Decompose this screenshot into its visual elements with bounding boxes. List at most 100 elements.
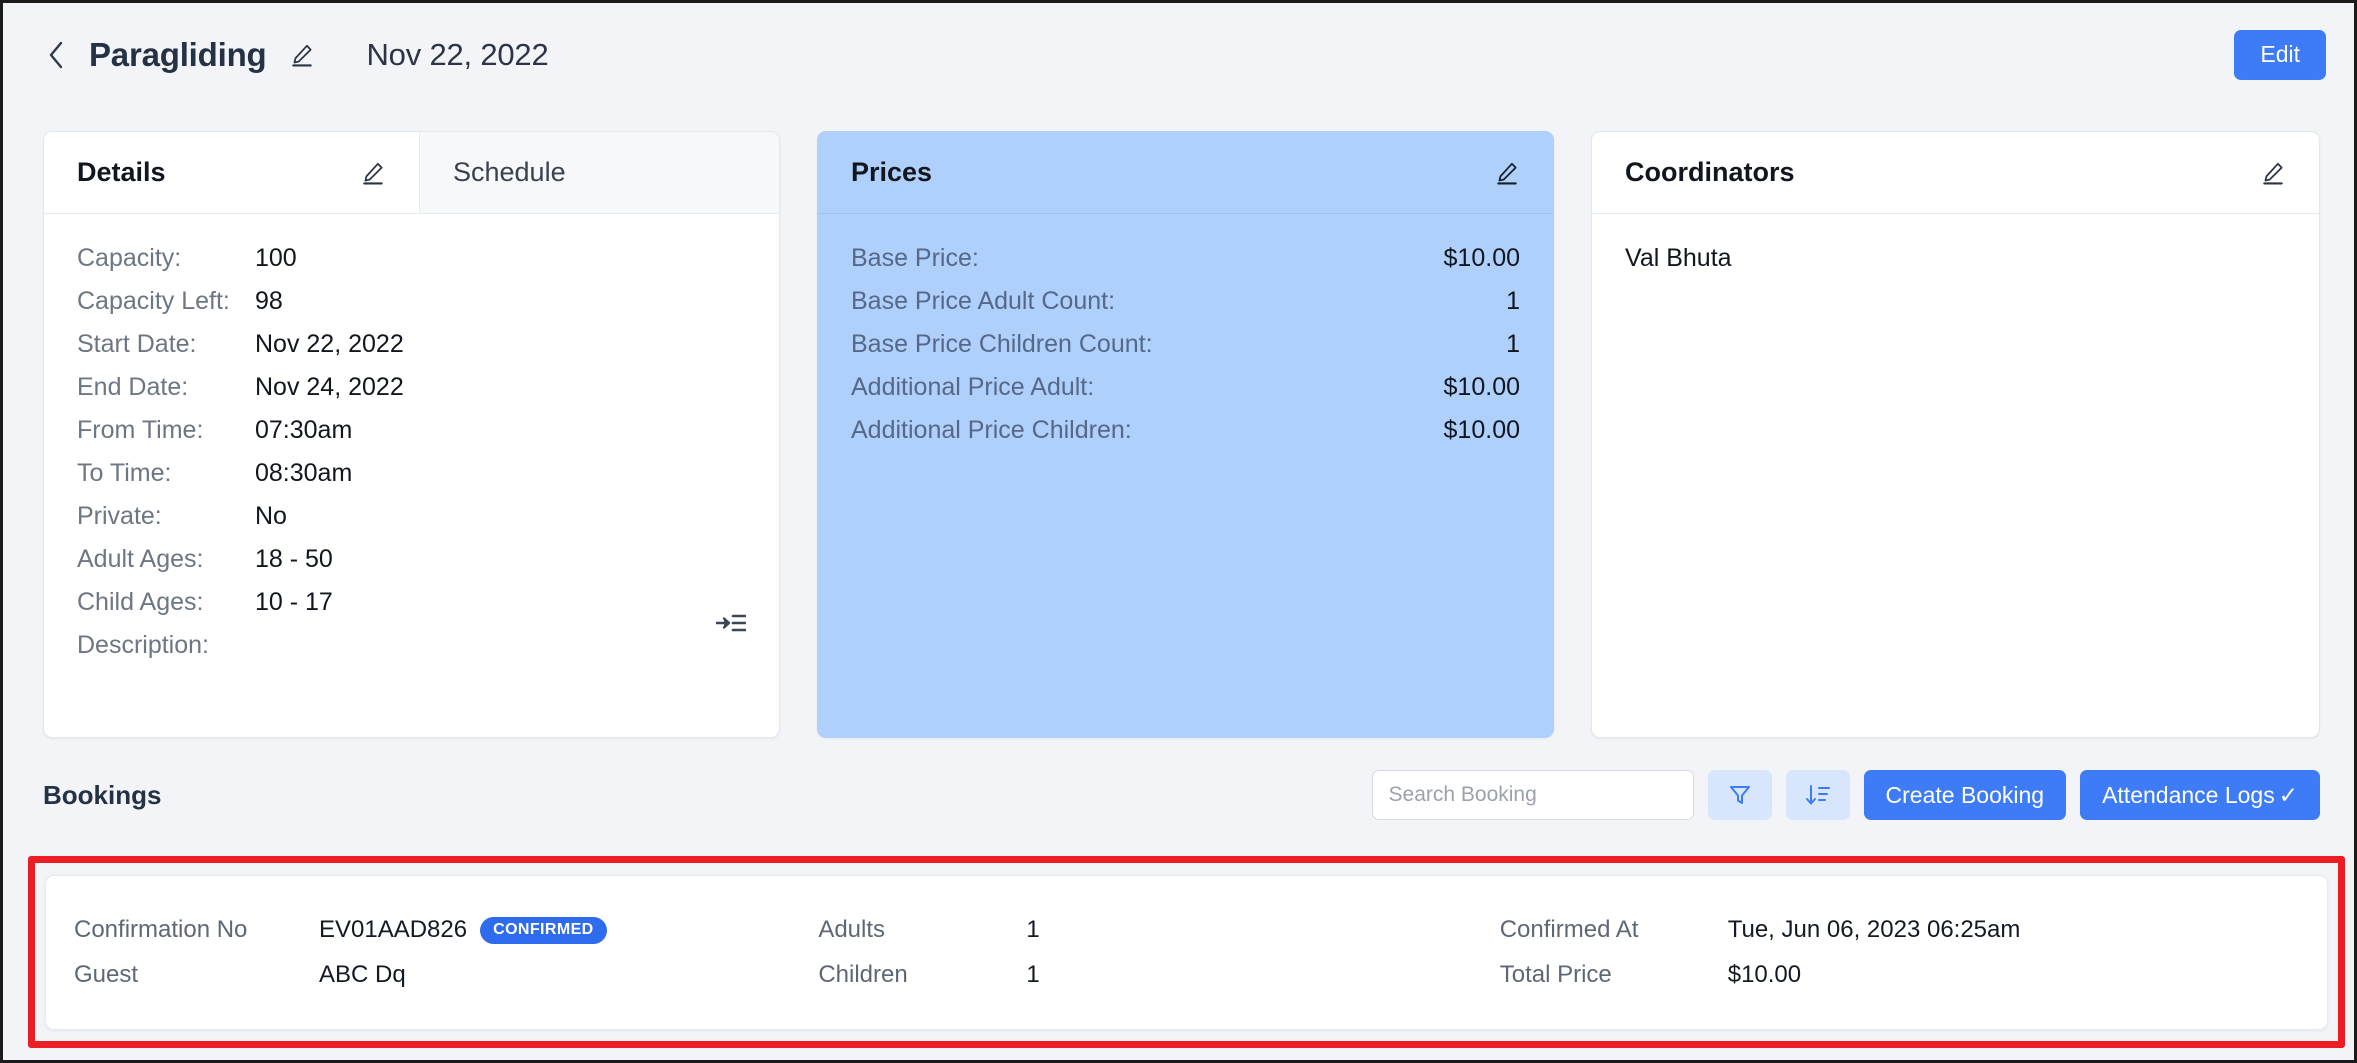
price-label: Additional Price Adult: (851, 373, 1444, 402)
coordinators-body: Val Bhuta (1592, 214, 2319, 737)
price-row-base-children-count: Base Price Children Count:1 (851, 330, 1520, 373)
detail-value: 10 - 17 (255, 588, 333, 617)
pencil-icon[interactable] (2260, 160, 2286, 186)
detail-label: Capacity: (77, 244, 255, 273)
price-value: $10.00 (1444, 244, 1520, 273)
detail-row-description: Description: (77, 631, 746, 674)
detail-row-start-date: Start Date:Nov 22, 2022 (77, 330, 746, 373)
price-row-base-price: Base Price:$10.00 (851, 244, 1520, 287)
pencil-icon[interactable] (289, 42, 315, 68)
price-label: Additional Price Children: (851, 416, 1444, 445)
price-value: 1 (1506, 330, 1520, 359)
detail-label: To Time: (77, 459, 255, 488)
price-label: Base Price: (851, 244, 1444, 273)
filter-funnel-icon[interactable] (1708, 770, 1772, 820)
booking-field-children: Children 1 (818, 959, 1499, 992)
booking-label: Total Price (1500, 961, 1728, 989)
tab-schedule[interactable]: Schedule (419, 132, 779, 214)
prices-body: Base Price:$10.00 Base Price Adult Count… (818, 214, 1553, 737)
booking-field-guest: Guest ABC Dq (74, 959, 818, 992)
detail-row-capacity: Capacity:100 (77, 244, 746, 287)
detail-label: End Date: (77, 373, 255, 402)
detail-label: Capacity Left: (77, 287, 255, 316)
edit-button[interactable]: Edit (2234, 30, 2326, 79)
detail-value: No (255, 502, 287, 531)
booking-field-adults: Adults 1 (818, 914, 1499, 947)
detail-label: Private: (77, 502, 255, 531)
detail-row-private: Private:No (77, 502, 746, 545)
detail-row-adult-ages: Adult Ages:18 - 50 (77, 545, 746, 588)
detail-row-to-time: To Time:08:30am (77, 459, 746, 502)
booking-col-party: Adults 1 Children 1 (818, 914, 1499, 992)
bookings-toolbar: Bookings Create Booking Attendance Logs … (43, 763, 2320, 827)
price-row-additional-children: Additional Price Children:$10.00 (851, 416, 1520, 459)
attendance-logs-label: Attendance Logs (2102, 782, 2275, 809)
booking-col-identity: Confirmation No EV01AAD826 CONFIRMED Gue… (74, 914, 818, 992)
booking-field-confirmed-at: Confirmed At Tue, Jun 06, 2023 06:25am (1500, 914, 2299, 947)
search-booking-input[interactable] (1372, 770, 1694, 820)
sort-descending-icon[interactable] (1786, 770, 1850, 820)
booking-value: ABC Dq (319, 961, 406, 989)
indent-increase-icon[interactable] (716, 612, 746, 634)
page-header: Paragliding Nov 22, 2022 Edit (3, 3, 2354, 107)
booking-field-confirmation-no: Confirmation No EV01AAD826 CONFIRMED (74, 914, 818, 947)
prices-card-title: Prices (851, 157, 932, 188)
price-value: $10.00 (1444, 373, 1520, 402)
booking-value: Tue, Jun 06, 2023 06:25am (1728, 916, 2021, 944)
cards-row: Details Schedule Capacity:100 Capacity L… (43, 131, 2320, 738)
attendance-logs-button[interactable]: Attendance Logs ✓ (2080, 770, 2320, 820)
detail-label: From Time: (77, 416, 255, 445)
detail-label: Description: (77, 631, 255, 660)
check-icon: ✓ (2279, 782, 2298, 809)
booking-col-summary: Confirmed At Tue, Jun 06, 2023 06:25am T… (1500, 914, 2299, 992)
detail-label: Adult Ages: (77, 545, 255, 574)
detail-label: Child Ages: (77, 588, 255, 617)
back-chevron-icon[interactable] (43, 40, 69, 70)
detail-value: 100 (255, 244, 297, 273)
booking-label: Confirmation No (74, 916, 319, 944)
detail-value: 07:30am (255, 416, 352, 445)
pencil-icon[interactable] (360, 160, 386, 186)
detail-value: Nov 22, 2022 (255, 330, 404, 359)
booking-label: Children (818, 961, 1026, 989)
detail-label: Start Date: (77, 330, 255, 359)
details-body: Capacity:100 Capacity Left:98 Start Date… (44, 214, 779, 737)
coordinators-card: Coordinators Val Bhuta (1591, 131, 2320, 738)
price-value: $10.00 (1444, 416, 1520, 445)
booking-value: EV01AAD826 CONFIRMED (319, 916, 607, 944)
detail-row-capacity-left: Capacity Left:98 (77, 287, 746, 330)
booking-label: Confirmed At (1500, 916, 1728, 944)
price-row-base-adult-count: Base Price Adult Count:1 (851, 287, 1520, 330)
tab-details[interactable]: Details (44, 132, 419, 214)
status-badge: CONFIRMED (480, 917, 606, 944)
header-date: Nov 22, 2022 (367, 37, 549, 73)
booking-value: $10.00 (1728, 961, 1801, 989)
prices-card: Prices Base Price:$10.00 Base Price Adul… (817, 131, 1554, 738)
booking-label: Guest (74, 961, 319, 989)
bookings-title: Bookings (43, 780, 161, 811)
tab-schedule-label: Schedule (453, 157, 566, 188)
booking-value: 1 (1026, 961, 1039, 989)
details-card: Details Schedule Capacity:100 Capacity L… (43, 131, 780, 738)
details-tabstrip: Details Schedule (44, 132, 779, 214)
booking-field-total-price: Total Price $10.00 (1500, 959, 2299, 992)
detail-row-child-ages: Child Ages:10 - 17 (77, 588, 746, 631)
detail-row-end-date: End Date:Nov 24, 2022 (77, 373, 746, 416)
detail-row-from-time: From Time:07:30am (77, 416, 746, 459)
create-booking-button[interactable]: Create Booking (1864, 770, 2067, 820)
tab-details-label: Details (77, 157, 166, 188)
page-title: Paragliding (89, 36, 267, 74)
detail-value: Nov 24, 2022 (255, 373, 404, 402)
pencil-icon[interactable] (1494, 160, 1520, 186)
coordinators-card-title: Coordinators (1625, 157, 1795, 188)
booking-value: 1 (1026, 916, 1039, 944)
app-page: Paragliding Nov 22, 2022 Edit Details (0, 0, 2357, 1063)
coordinators-card-header: Coordinators (1592, 132, 2319, 214)
price-label: Base Price Adult Count: (851, 287, 1506, 316)
price-value: 1 (1506, 287, 1520, 316)
table-row[interactable]: Confirmation No EV01AAD826 CONFIRMED Gue… (45, 875, 2328, 1030)
create-booking-label: Create Booking (1886, 782, 2045, 809)
price-label: Base Price Children Count: (851, 330, 1506, 359)
confirmation-no-text: EV01AAD826 (319, 916, 467, 944)
price-row-additional-adult: Additional Price Adult:$10.00 (851, 373, 1520, 416)
